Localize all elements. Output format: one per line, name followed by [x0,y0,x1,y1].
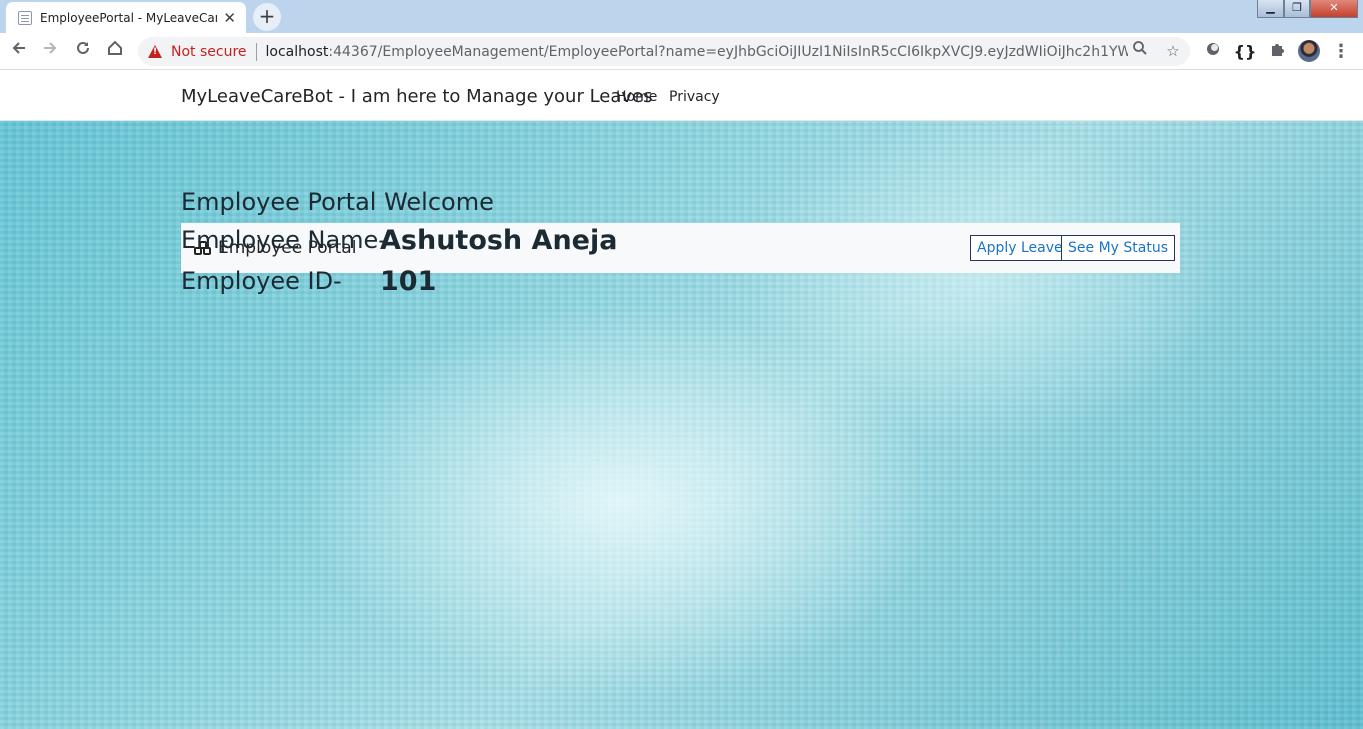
page-favicon-icon [18,10,32,25]
kebab-menu-icon[interactable]: ⋮ [1328,39,1354,65]
employee-id-label: Employee ID- [181,267,342,295]
site-navbar: MyLeaveCareBot - I am here to Manage you… [0,71,1363,121]
url-path: :44367/EmployeeManagement/EmployeePortal… [328,43,1128,60]
url-text[interactable]: localhost:44367/EmployeeManagement/Emplo… [266,44,1128,60]
window-minimize-button[interactable]: ▁ [1257,0,1284,18]
home-icon[interactable] [102,39,128,65]
security-status[interactable]: Not secure [171,44,247,60]
nav-home-link[interactable]: Home [616,89,657,105]
json-braces-icon[interactable]: {} [1232,39,1258,65]
reload-icon[interactable] [70,39,96,65]
profile-avatar[interactable] [1298,40,1320,62]
bookmark-star-icon[interactable]: ☆ [1161,39,1185,63]
back-arrow-icon[interactable] [6,39,32,65]
puzzle-icon[interactable] [1264,39,1290,65]
nav-privacy-link[interactable]: Privacy [669,89,720,105]
extension-circle-icon[interactable] [1200,39,1226,65]
new-tab-button[interactable]: + [253,3,281,31]
window-maximize-button[interactable]: ❐ [1284,0,1310,18]
zoom-icon[interactable] [1128,39,1152,63]
employee-id-value: 101 [380,266,437,297]
page-background: Employee Portal Welcome Employee Portal … [0,121,1363,729]
apply-leave-button[interactable]: Apply Leave [970,235,1070,261]
window-close-button[interactable]: ✕ [1310,0,1358,18]
web-page: MyLeaveCareBot - I am here to Manage you… [0,71,1363,729]
url-host: localhost [265,43,329,60]
employee-name-value: Ashutosh Aneja [380,225,618,256]
tab-title: EmployeePortal - MyLeaveCareB [40,10,218,25]
site-brand[interactable]: MyLeaveCareBot - I am here to Manage you… [181,86,653,107]
omnibox-divider [255,42,257,61]
browser-tab[interactable]: EmployeePortal - MyLeaveCareB ✕ [6,2,246,33]
address-bar[interactable]: Not secure localhost:44367/EmployeeManag… [138,37,1190,66]
warning-icon [148,45,162,58]
see-my-status-button[interactable]: See My Status [1061,235,1175,261]
page-title: Employee Portal Welcome [181,188,494,216]
tab-close-icon[interactable]: ✕ [223,9,236,27]
tab-strip: EmployeePortal - MyLeaveCareB ✕ + ▁ ❐ ✕ [0,0,1363,33]
browser-toolbar: Not secure localhost:44367/EmployeeManag… [0,33,1363,70]
forward-arrow-icon[interactable] [37,39,63,65]
employee-name-label: Employee Name- [181,226,387,254]
